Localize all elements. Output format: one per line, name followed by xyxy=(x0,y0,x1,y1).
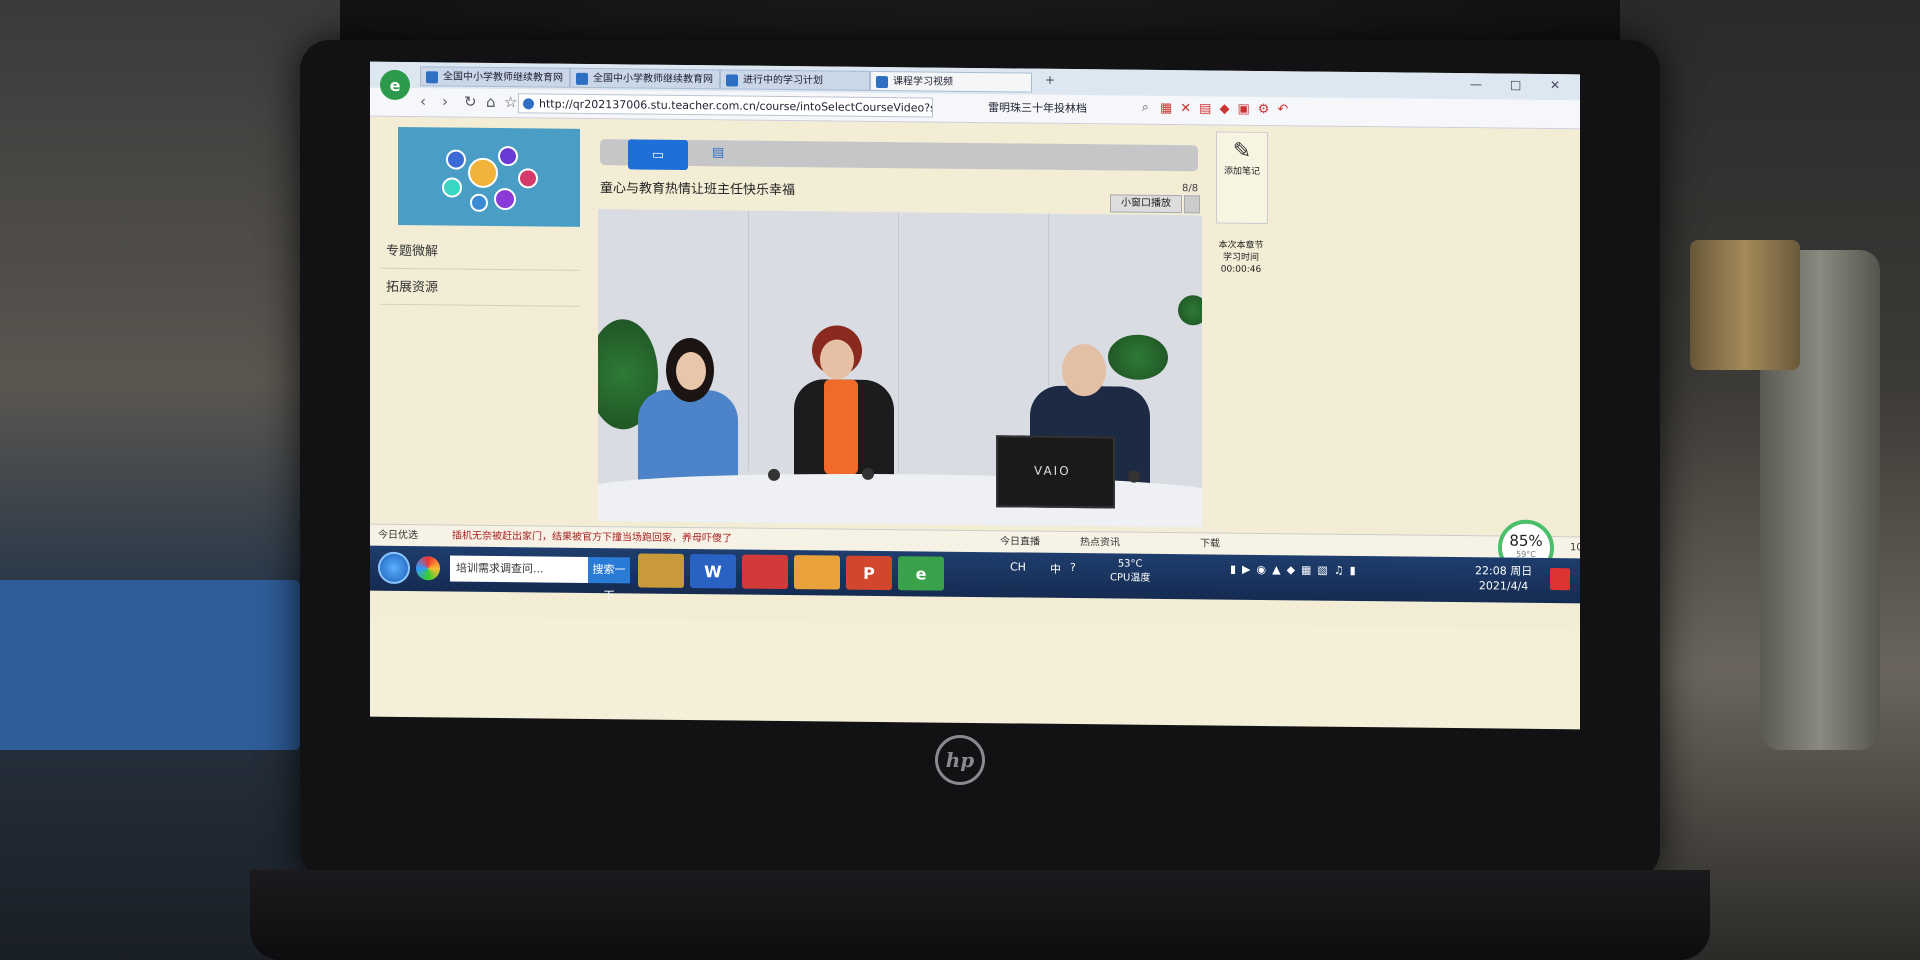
background-right xyxy=(1620,0,1920,960)
start-button[interactable] xyxy=(378,551,410,585)
microphone xyxy=(1128,470,1140,483)
bottle-cap xyxy=(1690,240,1800,370)
tray-icons[interactable]: ▮▶◉▲◆▦▧♫▮ xyxy=(1230,563,1362,577)
today-picks-label[interactable]: 今日优选 xyxy=(378,525,418,547)
system-clock[interactable]: 22:08 周日 2021/4/4 xyxy=(1475,563,1532,594)
browser-search-box[interactable]: 雷明珠三十年投林档 xyxy=(988,98,1138,120)
sidebar-item-topic[interactable]: 专题微解 xyxy=(380,234,580,271)
help-icon[interactable]: ? xyxy=(1070,561,1076,574)
video-player[interactable]: VAIO xyxy=(598,209,1202,528)
browser-logo-icon[interactable]: e xyxy=(380,69,410,101)
blue-mousepad xyxy=(0,580,300,750)
maximize-icon[interactable]: □ xyxy=(1510,78,1521,92)
browser-tab-4-active[interactable]: 课程学习视频 xyxy=(870,70,1032,93)
minimize-icon[interactable]: — xyxy=(1470,77,1482,91)
microphone xyxy=(768,468,780,481)
close-icon[interactable]: ✕ xyxy=(1550,78,1560,92)
notification-icon[interactable] xyxy=(1550,568,1570,591)
app-powerpoint[interactable]: P xyxy=(846,555,892,591)
tab-video[interactable]: ▭ xyxy=(628,139,688,170)
app-wechat[interactable] xyxy=(794,555,840,590)
content-tab-strip: ▭ ▤ xyxy=(600,139,1198,172)
globe-icon xyxy=(523,98,534,110)
microphone xyxy=(862,467,874,480)
hot-news-link[interactable]: 热点资讯 xyxy=(1080,532,1120,554)
star-icon[interactable]: ☆ xyxy=(504,93,517,111)
taskbar-search-input[interactable]: 培训需求调查问... xyxy=(450,555,588,583)
pinwheel-icon[interactable] xyxy=(416,556,440,581)
taskbar-search-button[interactable]: 搜索一下 xyxy=(588,556,630,602)
document-icon: ▤ xyxy=(712,145,725,161)
lesson-counter: 8/8 xyxy=(1182,183,1199,195)
laptop-screen: 全国中小学教师继续教育网 全国中小学教师继续教育网 进行中的学习计划 课程学习视… xyxy=(370,61,1580,730)
app-music[interactable] xyxy=(742,554,788,590)
edit-icon: ✎ xyxy=(1232,138,1252,164)
plant-right xyxy=(1108,334,1168,381)
app-browser[interactable]: e xyxy=(898,556,944,591)
course-banner-image xyxy=(398,126,580,227)
site-icon xyxy=(576,72,588,85)
site-icon xyxy=(426,71,438,84)
download-link[interactable]: 下载 xyxy=(1200,533,1220,555)
refresh-icon[interactable]: ↻ xyxy=(464,93,477,111)
sidebar-item-resources[interactable]: 拓展资源 xyxy=(380,270,580,307)
cpu-temp-widget[interactable]: 53°C CPU温度 xyxy=(1110,557,1150,585)
plant-far-right xyxy=(1178,295,1202,326)
study-time-panel: 本次本章节 学习时间 00:00:46 xyxy=(1218,240,1264,275)
page-icon xyxy=(726,74,738,87)
ime-language[interactable]: CH xyxy=(1010,560,1026,573)
search-icon[interactable]: ⌕ xyxy=(1142,100,1149,115)
add-notes-button[interactable]: ✎ 添加笔记 xyxy=(1216,131,1268,225)
page-icon xyxy=(876,75,888,89)
address-bar[interactable]: http://qr20213700​6.stu.teacher.com.cn/c… xyxy=(518,93,933,118)
app-word[interactable]: W xyxy=(690,554,736,589)
forward-icon[interactable]: › xyxy=(442,92,448,110)
back-icon[interactable]: ‹ xyxy=(420,92,426,110)
tab-document[interactable]: ▤ xyxy=(712,145,724,160)
toolbar-icons[interactable]: ▦✕▤◆▣⚙↶ xyxy=(1160,101,1296,117)
browser-tab-1[interactable]: 全国中小学教师继续教育网 xyxy=(420,66,570,88)
new-tab-icon[interactable]: + xyxy=(1045,73,1055,87)
browser-tab-2[interactable]: 全国中小学教师继续教育网 xyxy=(570,67,720,90)
browser-tab-3[interactable]: 进行中的学习计划 xyxy=(720,69,870,91)
course-title: 童心与教育热情让班主任快乐幸福 xyxy=(600,181,796,199)
laptop-base xyxy=(250,870,1710,960)
mini-window-close[interactable] xyxy=(1184,195,1200,214)
ime-mode[interactable]: 中 xyxy=(1050,561,1061,577)
video-laptop: VAIO xyxy=(996,435,1115,509)
video-icon: ▭ xyxy=(651,147,665,163)
background-left xyxy=(0,0,340,960)
mini-window-button[interactable]: 小窗口播放 xyxy=(1110,194,1182,214)
live-link[interactable]: 今日直播 xyxy=(1000,531,1040,553)
app-file-explorer[interactable] xyxy=(638,553,684,588)
zoom-level[interactable]: 100% xyxy=(1570,537,1580,559)
home-icon[interactable]: ⌂ xyxy=(486,93,496,111)
hp-logo: hp xyxy=(935,735,985,785)
